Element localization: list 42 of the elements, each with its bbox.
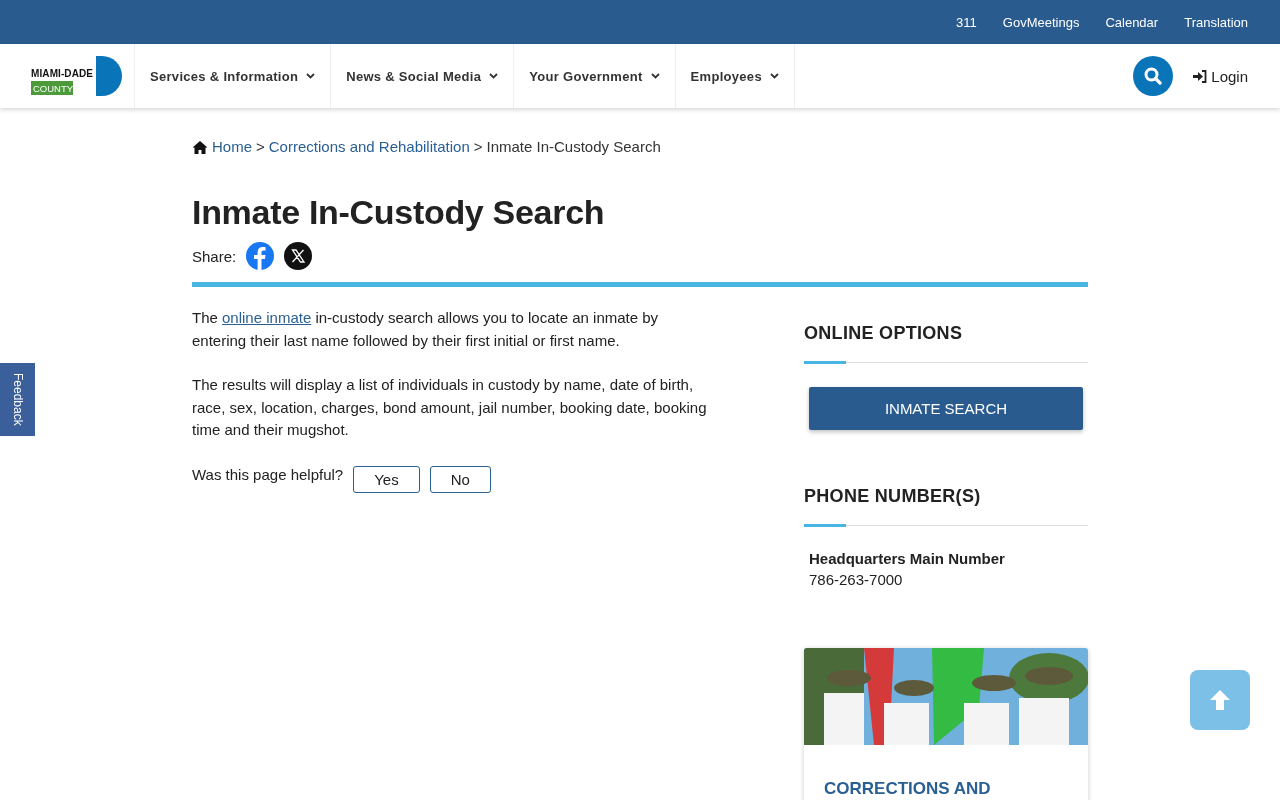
breadcrumb-link[interactable]: Corrections and Rehabilitation xyxy=(268,138,470,155)
x-icon[interactable] xyxy=(284,242,313,270)
helpful-question: Was this page helpful? xyxy=(192,464,344,485)
chevron-icon xyxy=(650,73,660,79)
breadcrumb-link[interactable]: Home xyxy=(212,138,252,155)
top-link[interactable]: Calendar xyxy=(1105,14,1159,30)
county-logo[interactable]: MIAMI-DADE COUNTY xyxy=(30,55,122,97)
card-title: CORRECTIONS AND xyxy=(823,778,992,800)
search-button[interactable] xyxy=(1133,56,1174,96)
online-inmate-link[interactable]: online inmate xyxy=(222,309,312,326)
phone-label: Headquarters Main Number xyxy=(808,550,1006,567)
facebook-icon[interactable] xyxy=(246,242,275,270)
feedback-button[interactable]: No xyxy=(429,465,491,493)
arrow-up-icon xyxy=(1208,688,1232,712)
chevron-icon xyxy=(769,73,779,79)
results-text: The results will display a list of individuals in custody by name, date of birth, race, sex, location, charges, bond amount, jail number, booking date, booking time and their mugshot. xyxy=(192,375,708,440)
inmate-search-button[interactable]: INMATE SEARCH xyxy=(809,387,1083,430)
top-link[interactable]: 311 xyxy=(956,14,977,30)
current-page-label: Inmate In-Custody Search xyxy=(486,138,661,155)
feedback-button[interactable]: Yes xyxy=(353,465,420,493)
sign-in-icon xyxy=(1193,69,1208,83)
page-title: Inmate In-Custody Search xyxy=(192,193,606,232)
section-heading: PHONE NUMBER(S) xyxy=(804,486,982,507)
phone-number: 786-263-7000 xyxy=(808,571,904,588)
intro-text: The online inmate in-custody search allows you to locate an inmate by entering their last name followed by their first initial or first name. xyxy=(192,308,660,351)
department-card[interactable]: CORRECTIONS AND xyxy=(804,648,1088,800)
share-label: Share: xyxy=(192,247,237,265)
separator-glyph: > xyxy=(256,138,265,155)
nav-menu-item[interactable]: News & Social Media xyxy=(331,44,515,108)
chevron-icon xyxy=(306,73,316,79)
feedback-tab[interactable]: Feedback xyxy=(0,363,35,436)
home-icon[interactable] xyxy=(192,139,208,154)
chevron-icon xyxy=(489,73,499,79)
separator-glyph: > xyxy=(473,138,483,155)
login-link[interactable]: Login xyxy=(1193,67,1248,85)
nav-menu-item[interactable]: Employees xyxy=(675,44,795,108)
top-link[interactable]: GovMeetings xyxy=(1002,14,1080,30)
nav-menu-item[interactable]: Your Government xyxy=(514,44,676,108)
nav-menu-item[interactable]: Services & Information xyxy=(135,44,332,108)
section-heading: ONLINE OPTIONS xyxy=(804,323,964,344)
top-link[interactable]: Translation xyxy=(1184,14,1248,30)
search-icon xyxy=(1144,67,1163,85)
